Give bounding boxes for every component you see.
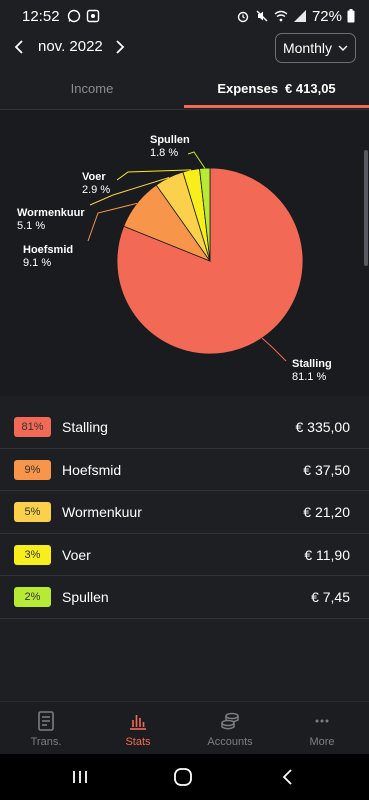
category-list: 81% Stalling € 335,00 9% Hoefsmid € 37,5… (0, 406, 369, 619)
leader-line-stalling (261, 337, 287, 362)
pie-chart: Stalling81.1 % Hoefsmid9.1 % Wormenkuur5.1… (17, 134, 332, 383)
slice-label-voer: Voer (82, 171, 106, 183)
percent-badge: 9% (14, 459, 51, 480)
chart-panel: Stalling 81.1 % Hoefsmid 9.1 % Wormenkuur 5.1… (0, 110, 369, 396)
back-button[interactable] (275, 765, 299, 789)
list-item[interactable]: 3% Voer € 11,90 (0, 534, 369, 576)
header: nov. 2022 Monthly (0, 32, 369, 63)
nav-accounts[interactable]: Accounts (184, 702, 276, 755)
battery-percent: 72% (311, 7, 342, 25)
category-name: Hoefsmid (62, 461, 122, 478)
list-item[interactable]: 5% Wormenkuur € 21,20 (0, 491, 369, 534)
bottom-nav: Trans. Stats Accounts More (0, 701, 369, 754)
slice-label-hoefsmid: Hoefsmid (23, 244, 73, 256)
chevron-left-icon (14, 40, 23, 54)
alarm-icon (237, 11, 249, 23)
category-name: Voer (62, 546, 91, 563)
status-bar: 12:52 72% (0, 0, 369, 32)
tab-income-label: Income (70, 81, 114, 96)
back-icon (282, 769, 292, 785)
nav-stats-label: Stats (125, 736, 151, 748)
nav-accounts-label: Accounts (207, 736, 253, 748)
app-notification-icon (86, 9, 99, 23)
slice-label-stalling: Stalling (292, 358, 332, 370)
recents-button[interactable] (68, 765, 92, 789)
tab-bar: Income Expenses € 413,05 (0, 68, 369, 110)
home-button[interactable] (171, 765, 195, 789)
signal-icon (293, 10, 306, 22)
category-amount: € 37,50 (303, 461, 350, 478)
slice-percent-voer: 2.9 % (82, 184, 110, 196)
tab-income[interactable]: Income (0, 68, 184, 109)
slice-label-spullen: Spullen (150, 134, 190, 146)
percent-badge: 81% (14, 417, 51, 437)
nav-stats[interactable]: Stats (92, 702, 184, 755)
active-tab-indicator (184, 105, 369, 108)
slice-percent-stalling: 81.1 % (292, 371, 326, 383)
percent-badge: 5% (14, 502, 51, 522)
status-time: 12:52 (22, 7, 60, 25)
category-amount: € 335,00 (295, 419, 351, 435)
period-label: Monthly (282, 40, 333, 56)
chevron-down-icon (338, 45, 348, 51)
mute-icon (256, 10, 268, 22)
slice-percent-wormenkuur: 5.1 % (17, 220, 45, 232)
nav-trans[interactable]: Trans. (0, 702, 92, 755)
book-icon (38, 711, 54, 731)
nav-trans-label: Trans. (30, 736, 62, 748)
category-name: Stalling (62, 419, 108, 435)
whatsapp-icon (67, 9, 80, 23)
category-amount: € 21,20 (303, 504, 350, 520)
home-icon (174, 768, 192, 786)
tab-expenses-label: Expenses (217, 81, 279, 96)
list-item[interactable]: 2% Spullen € 7,45 (0, 576, 369, 619)
slice-label-wormenkuur: Wormenkuur (17, 207, 85, 219)
system-nav-bar (0, 754, 369, 800)
tab-expenses[interactable]: Expenses € 413,05 (184, 68, 369, 109)
slice-percent-hoefsmid: 9.1 % (23, 257, 51, 269)
month-label[interactable]: nov. 2022 (38, 38, 103, 55)
recents-icon (73, 771, 87, 783)
category-amount: € 7,45 (311, 589, 350, 605)
nav-more[interactable]: More (276, 702, 368, 755)
chevron-right-icon (116, 40, 125, 54)
next-month-button[interactable] (110, 36, 130, 58)
bar-chart-icon (130, 715, 146, 730)
tab-expenses-total: € 413,05 (285, 81, 336, 96)
list-item[interactable]: 9% Hoefsmid € 37,50 (0, 449, 369, 491)
period-dropdown[interactable]: Monthly (275, 33, 356, 63)
prev-month-button[interactable] (9, 36, 29, 58)
category-name: Wormenkuur (62, 504, 142, 520)
percent-badge: 3% (14, 544, 51, 565)
list-item[interactable]: 81% Stalling € 335,00 (0, 406, 369, 449)
slice-percent-spullen: 1.8 % (150, 147, 178, 159)
coins-icon (221, 712, 239, 730)
nav-more-label: More (309, 736, 335, 748)
percent-badge: 2% (14, 587, 51, 607)
wifi-icon (274, 10, 288, 22)
category-amount: € 11,90 (304, 546, 350, 563)
leader-line-spullen (187, 151, 206, 169)
category-name: Spullen (62, 589, 109, 605)
scrollbar[interactable] (364, 150, 368, 266)
more-dots-icon (315, 719, 329, 723)
battery-icon (347, 9, 355, 23)
